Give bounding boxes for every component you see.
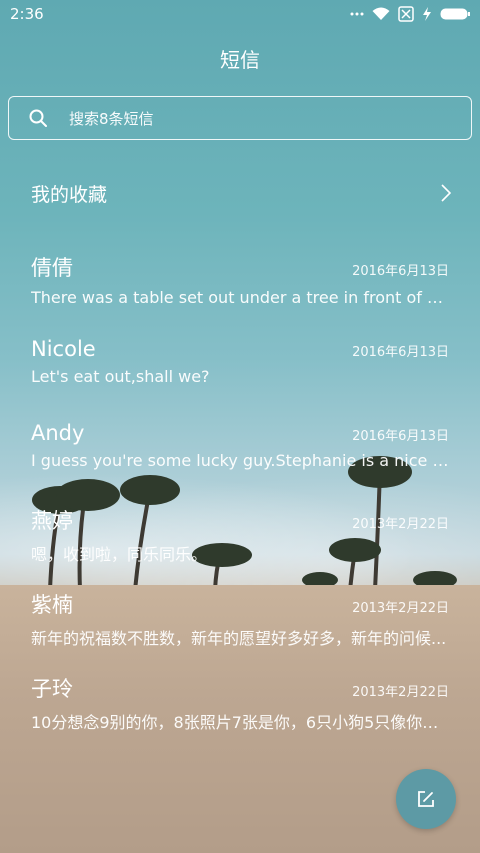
- message-date: 2013年2月22日: [352, 685, 449, 700]
- message-date: 2013年2月22日: [352, 601, 449, 616]
- message-date: 2016年6月13日: [352, 345, 449, 360]
- page-title: 短信: [220, 48, 260, 72]
- search-input[interactable]: 搜索8条短信: [8, 96, 472, 140]
- status-bar: 2:36: [0, 0, 480, 28]
- status-icons: [350, 6, 470, 22]
- compose-button[interactable]: [396, 769, 456, 829]
- contact-name: Nicole: [31, 337, 96, 361]
- battery-icon: [440, 8, 470, 20]
- compose-icon: [418, 791, 434, 807]
- status-time: 2:36: [10, 5, 44, 23]
- message-preview: 嗯，收到啦，同乐同乐。: [31, 545, 208, 564]
- more-dots-icon: [350, 12, 364, 16]
- favorites-label: 我的收藏: [31, 183, 108, 206]
- contact-name: 燕婷: [31, 509, 73, 533]
- conversation-item[interactable]: Nicole 2016年6月13日 Let's eat out,shall we…: [31, 337, 449, 386]
- charging-icon: [423, 7, 431, 21]
- message-preview: There was a table set out under a tree i…: [31, 288, 449, 307]
- contact-name: Andy: [31, 421, 85, 445]
- message-date: 2013年2月22日: [352, 517, 449, 532]
- conversation-item[interactable]: 燕婷 2013年2月22日 嗯，收到啦，同乐同乐。: [31, 505, 449, 565]
- message-preview: 新年的祝福数不胜数，新年的愿望好多好多，新年的问候...: [31, 629, 447, 648]
- message-date: 2016年6月13日: [352, 264, 449, 279]
- contact-name: 紫楠: [31, 593, 73, 617]
- conversation-item[interactable]: 子玲 2013年2月22日 10分想念9别的你，8张照片7张是你，6只小狗5只像…: [31, 673, 449, 733]
- favorites-row[interactable]: 我的收藏: [31, 178, 451, 208]
- conversation-item[interactable]: Andy 2016年6月13日 I guess you're some luck…: [31, 421, 449, 470]
- message-preview: I guess you're some lucky guy.Stephanie …: [31, 451, 449, 470]
- message-date: 2016年6月13日: [352, 429, 449, 444]
- conversation-item[interactable]: 倩倩 2016年6月13日 There was a table set out …: [31, 252, 449, 307]
- contact-name: 子玲: [31, 677, 73, 701]
- message-preview: Let's eat out,shall we?: [31, 367, 210, 386]
- conversation-item[interactable]: 紫楠 2013年2月22日 新年的祝福数不胜数，新年的愿望好多好多，新年的问候.…: [31, 589, 449, 649]
- chevron-right-icon: [441, 184, 451, 202]
- search-icon: [29, 109, 47, 127]
- contact-name: 倩倩: [31, 256, 73, 280]
- wifi-icon: [372, 7, 390, 20]
- no-sim-icon: [398, 6, 414, 22]
- message-preview: 10分想念9别的你，8张照片7张是你，6只小狗5只像你，4...: [31, 713, 449, 732]
- search-placeholder: 搜索8条短信: [69, 109, 154, 128]
